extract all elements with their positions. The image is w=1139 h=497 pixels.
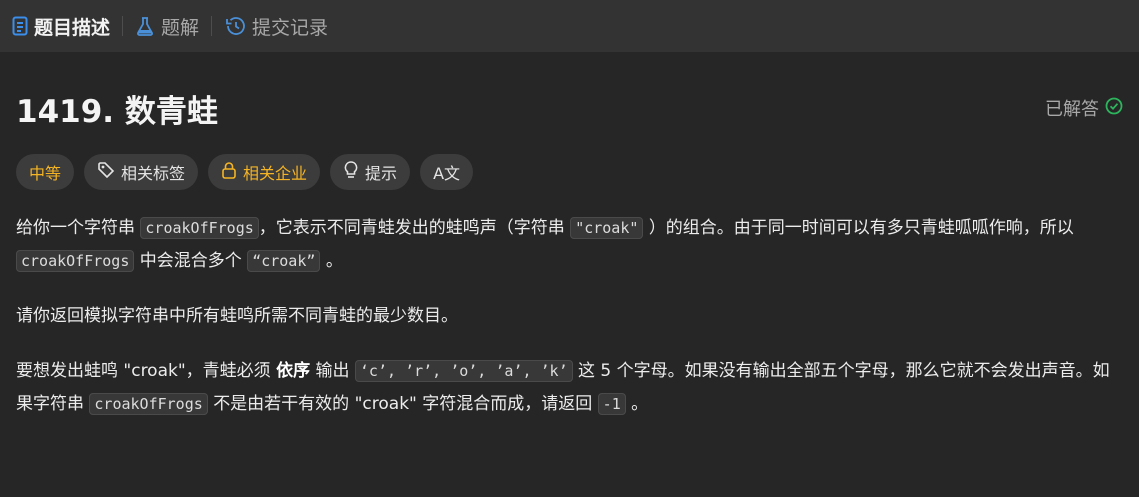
tab-description-label: 题目描述 <box>34 16 111 39</box>
title-row: 1419. 数青蛙 已解答 <box>16 86 1123 130</box>
lock-icon <box>221 161 237 183</box>
difficulty-label: 中等 <box>29 164 62 183</box>
desc-text: 。 <box>325 251 343 271</box>
hint-button[interactable]: 提示 <box>330 154 411 190</box>
related-companies-label: 相关企业 <box>243 164 308 183</box>
inline-code: croakOfFrogs <box>89 393 208 415</box>
hint-label: 提示 <box>365 164 398 183</box>
tag-row: 中等 相关标签 相关企业 提示 A文 <box>16 154 474 190</box>
translate-icon: A文 <box>433 164 461 183</box>
desc-text: ）的组合。由于同一时间可以有多只青蛙呱呱作响，所以 <box>648 218 1074 238</box>
tab-solutions-label: 题解 <box>161 16 200 39</box>
history-icon <box>224 16 246 36</box>
inline-code: “croak” <box>247 250 321 272</box>
solved-label: 已解答 <box>1045 99 1099 120</box>
inline-code: "croak" <box>570 217 644 239</box>
inline-code: croakOfFrogs <box>140 217 259 239</box>
tab-description[interactable]: 题目描述 <box>12 13 110 40</box>
inline-code: croakOfFrogs <box>16 250 135 272</box>
tab-solutions[interactable]: 题解 <box>135 13 199 40</box>
tab-divider <box>211 16 213 36</box>
description-paragraph: 请你返回模拟字符串中所有蛙鸣所需不同青蛙的最少数目。 <box>16 300 1116 333</box>
desc-text: 请你返回模拟字符串中所有蛙鸣所需不同青蛙的最少数目。 <box>16 306 458 326</box>
flask-icon <box>135 16 155 36</box>
check-circle-icon <box>1105 97 1123 120</box>
solved-status: 已解答 <box>1045 95 1123 121</box>
desc-text: 要想发出蛙鸣 "croak"，青蛙必须 <box>16 361 271 381</box>
bold-text: 依序 <box>276 361 311 381</box>
inline-code: -1 <box>597 393 626 415</box>
desc-text: 不是由若干有效的 "croak" 字符混合而成，请返回 <box>213 394 593 414</box>
inline-code: ‘c’, ’r’, ’o’, ’a’, ’k’ <box>354 360 573 382</box>
related-companies-button[interactable]: 相关企业 <box>208 154 321 190</box>
desc-text: 中会混合多个 <box>139 251 242 271</box>
difficulty-badge[interactable]: 中等 <box>16 154 75 190</box>
desc-text: 输出 <box>315 361 350 381</box>
description-paragraph: 要想发出蛙鸣 "croak"，青蛙必须 依序 输出 ‘c’, ’r’, ’o’,… <box>16 355 1116 421</box>
desc-text: 给你一个字符串 <box>16 218 135 238</box>
desc-text: ，它表示不同青蛙发出的蛙鸣声（字符串 <box>258 218 565 238</box>
lightbulb-icon <box>343 160 359 184</box>
problem-title: 1419. 数青蛙 <box>16 93 218 130</box>
problem-description: 给你一个字符串 croakOfFrogs ，它表示不同青蛙发出的蛙鸣声（字符串 "… <box>16 212 1116 443</box>
related-tags-label: 相关标签 <box>121 164 186 183</box>
tab-submissions[interactable]: 提交记录 <box>224 13 328 40</box>
tab-submissions-label: 提交记录 <box>252 16 329 39</box>
tag-icon <box>97 161 115 183</box>
tab-bar: 题目描述 题解 提交记录 <box>0 0 1139 52</box>
tab-divider <box>122 16 124 36</box>
translate-button[interactable]: A文 <box>420 154 474 190</box>
description-paragraph: 给你一个字符串 croakOfFrogs ，它表示不同青蛙发出的蛙鸣声（字符串 "… <box>16 212 1116 278</box>
related-tags-button[interactable]: 相关标签 <box>84 154 199 190</box>
desc-text: 。 <box>631 394 649 414</box>
description-icon <box>12 16 28 36</box>
